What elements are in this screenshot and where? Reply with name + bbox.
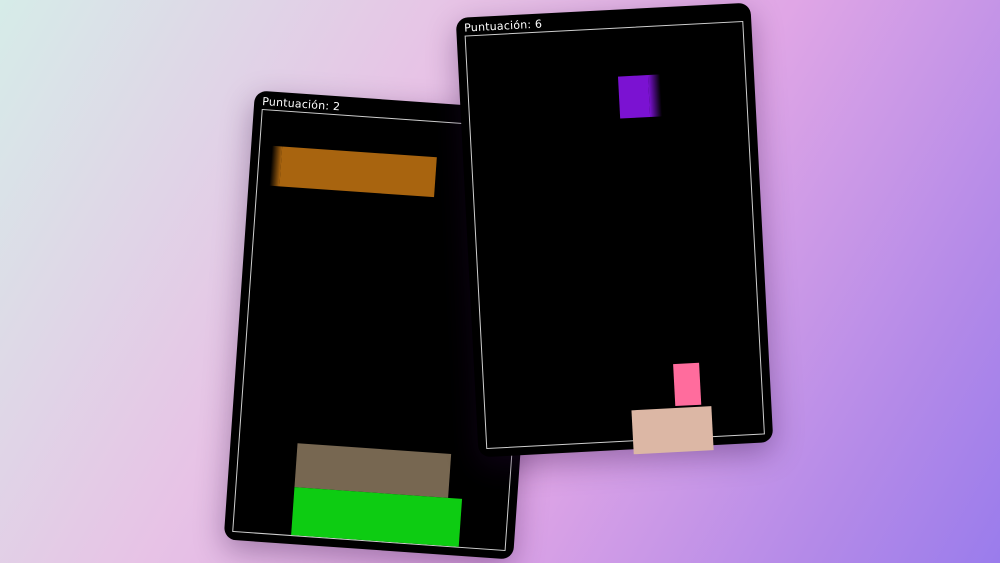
- base-block: [631, 406, 714, 455]
- motion-trail: [269, 145, 283, 187]
- game-device-right[interactable]: Puntuación: 6: [455, 2, 774, 458]
- base-block: [291, 487, 463, 547]
- moving-block: [617, 74, 663, 119]
- play-area-frame[interactable]: [464, 20, 765, 455]
- motion-trail: [647, 74, 663, 117]
- small-stacked-block: [673, 362, 702, 407]
- moving-block: [269, 145, 437, 198]
